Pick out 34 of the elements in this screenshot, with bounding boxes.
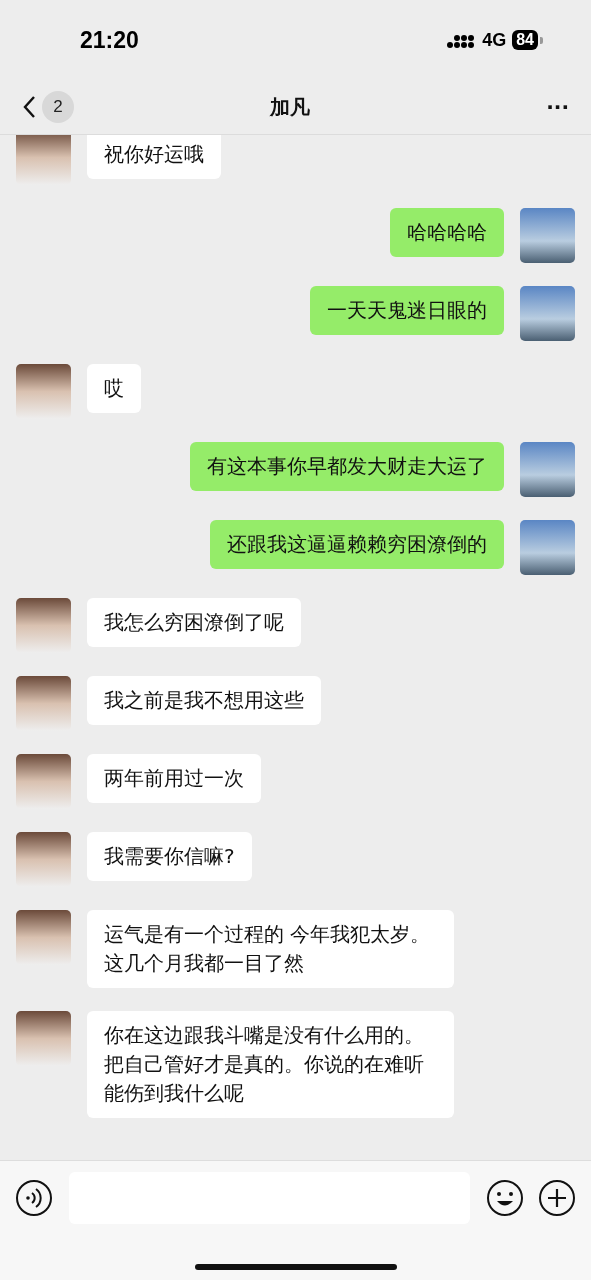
received-message-bubble: 你在这边跟我斗嘴是没有什么用的。把自己管好才是真的。你说的在难听能伤到我什么呢	[87, 1011, 454, 1118]
sent-message-bubble: 哈哈哈哈	[390, 208, 504, 257]
emoji-icon[interactable]	[486, 1179, 524, 1217]
contact-avatar[interactable]	[16, 135, 71, 185]
user-avatar[interactable]	[520, 520, 575, 575]
network-label: 4G	[482, 29, 507, 51]
user-avatar[interactable]	[520, 286, 575, 341]
plus-icon[interactable]	[538, 1179, 576, 1217]
contact-avatar[interactable]	[16, 676, 71, 731]
received-message-bubble: 我需要你信嘛?	[87, 832, 252, 881]
contact-avatar[interactable]	[16, 1011, 71, 1066]
received-message-bubble: 运气是有一个过程的 今年我犯太岁。这几个月我都一目了然	[87, 910, 454, 988]
chat-title: 加凡	[270, 93, 311, 121]
user-avatar[interactable]	[520, 208, 575, 263]
unread-badge: 2	[42, 91, 74, 123]
voice-icon[interactable]	[15, 1179, 53, 1217]
received-message-bubble: 我怎么穷困潦倒了呢	[87, 598, 301, 647]
received-message-bubble: 哎	[87, 364, 141, 413]
sent-message-bubble: 一天天鬼迷日眼的	[310, 286, 504, 335]
battery-indicator: 84	[512, 30, 538, 50]
status-time: 21:20	[80, 26, 139, 54]
contact-avatar[interactable]	[16, 832, 71, 887]
received-message-bubble: 祝你好运哦	[87, 135, 221, 179]
received-message-bubble: 两年前用过一次	[87, 754, 261, 803]
more-button[interactable]: ···	[546, 95, 569, 119]
contact-avatar[interactable]	[16, 754, 71, 809]
contact-avatar[interactable]	[16, 598, 71, 653]
user-avatar[interactable]	[520, 442, 575, 497]
contact-avatar[interactable]	[16, 364, 71, 419]
contact-avatar[interactable]	[16, 910, 71, 965]
sent-message-bubble: 有这本事你早都发大财走大运了	[190, 442, 504, 491]
back-icon[interactable]	[22, 95, 36, 119]
received-message-bubble: 我之前是我不想用这些	[87, 676, 321, 725]
sent-message-bubble: 还跟我这逼逼赖赖穷困潦倒的	[210, 520, 504, 569]
